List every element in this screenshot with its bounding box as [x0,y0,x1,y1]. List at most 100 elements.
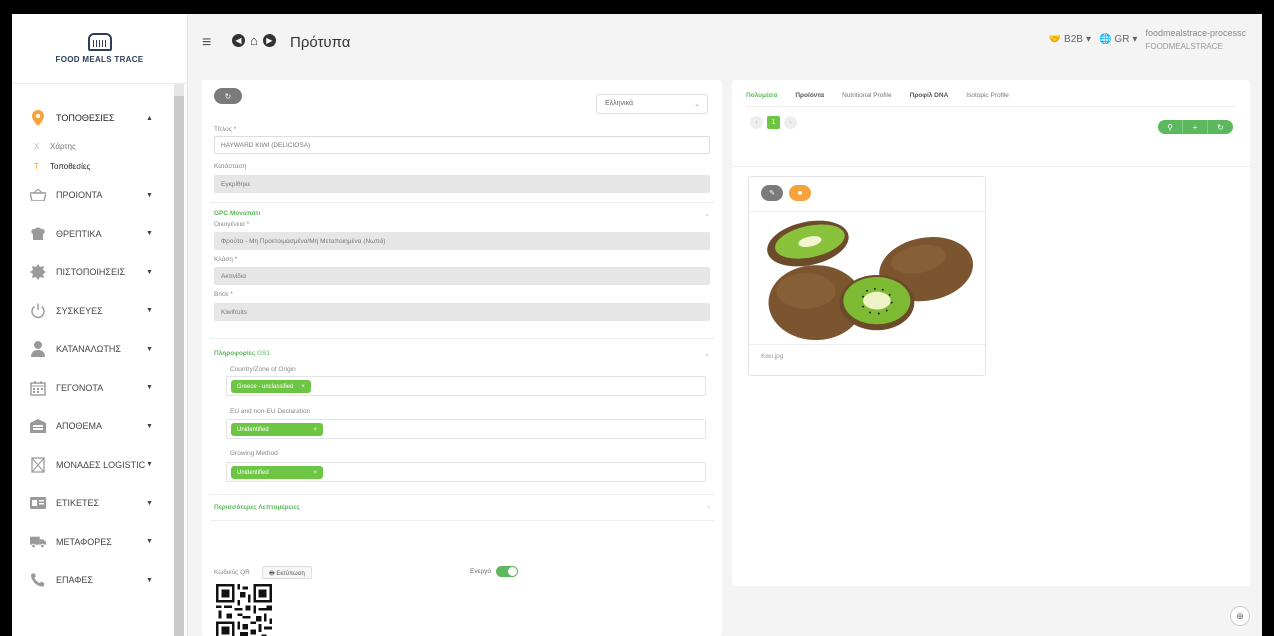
tabs-underline [746,106,1236,107]
sidebar-item-label: ΜΕΤΑΦΟΡΕΣ [56,536,112,547]
sidebar-item-transport[interactable]: ΜΕΤΑΦΟΡΕΣ ▼ [12,523,172,562]
sidebar-item-logistic-units[interactable]: ΜΟΝΑΔΕΣ LOGISTIC ▼ [12,446,172,485]
origin-tag[interactable]: Greece - unclassified × [231,380,311,393]
gpc-section-header[interactable]: GPC Μοναπάτι [214,210,260,217]
sidebar-scrollbar[interactable] [174,84,184,636]
subitem-label: Χάρτης [50,141,76,151]
home-icon[interactable]: ⌂ [250,34,258,47]
warehouse-icon [30,418,46,434]
refresh-button[interactable]: ↻ [1208,120,1233,134]
title-input[interactable]: HAYWARD KIWI (DELICIOSA) [214,136,710,154]
user-menu[interactable]: foodmealstrace-processc FOODMEALSTRACE [1145,26,1246,54]
tag-text: Unidentified [237,469,269,476]
divider [732,166,1250,167]
divider [210,202,714,203]
tag-text: Greece - unclassified [237,383,294,390]
sidebar-item-consumer[interactable]: ΚΑΤΑΝΑΛΩΤΗΣ ▼ [12,330,172,369]
growing-method-label: Growing Method [230,450,278,457]
sidebar-item-contacts[interactable]: ΕΠΑΦΕΣ ▼ [12,561,172,600]
sidebar: FOOD MEALS TRACE ΤΟΠΟΘΕΣΙΕΣ ▲ X Χάρτης T… [12,14,188,636]
sidebar-item-products[interactable]: ΠΡΟΙΟΝΤΑ ▼ [12,176,172,215]
growing-method-select[interactable]: Unidentified × [226,462,706,482]
chevron-down-icon[interactable]: ⌄ [704,210,710,218]
edit-button[interactable]: ✎ [761,185,783,201]
sidebar-item-locations[interactable]: ΤΟΠΟΘΕΣΙΕΣ ▲ [12,100,172,136]
active-toggle[interactable] [496,566,518,577]
remove-tag-icon[interactable]: × [313,427,317,433]
page-title: Πρότυπα [290,34,351,51]
tab-products[interactable]: Προϊόντα [795,92,824,99]
status-field: Εγκρίθηκε [214,175,710,193]
scroll-top-button[interactable]: ⊕ [1230,606,1250,626]
brick-field: Kiwifruits [214,303,710,321]
growing-method-tag[interactable]: Unidentified × [231,466,323,479]
forward-icon[interactable]: ▶ [262,34,276,47]
logo-mark-icon [87,33,112,51]
tab-nutritional-profile[interactable]: Nutritional Profile [842,92,892,99]
delete-button[interactable]: ■ [789,185,811,201]
eu-declaration-label: EU and non-EU Declaration [230,408,311,415]
sidebar-item-label: ΠΡΟΙΟΝΤΑ [56,190,103,201]
eu-declaration-select[interactable]: Unidentified × [226,419,706,439]
printer-icon: 🖶 [269,571,275,577]
add-button[interactable]: + [1183,120,1208,134]
chevron-down-icon[interactable]: ⌄ [704,350,710,358]
media-panel: Πολυμέσα Προϊόντα Nutritional Profile Πρ… [732,80,1250,586]
search-button[interactable]: ⚲ [1158,120,1183,134]
arrow-up-circle-icon: ⊕ [1236,610,1244,621]
chevron-down-icon: ▼ [146,538,153,546]
box-x-icon [30,457,46,473]
remove-tag-icon[interactable]: × [301,384,305,390]
user-name: foodmealstrace-processc [1145,28,1246,38]
hamburger-menu-icon[interactable]: ≡ [202,34,211,52]
sidebar-item-label: ΠΙΣΤΟΠΟΙΗΣΕΙΣ [56,267,126,278]
divider [210,338,714,339]
gs1-section-header[interactable]: Πληροφορίες GS1 [214,350,270,357]
origin-select[interactable]: Greece - unclassified × [226,376,706,396]
prev-page-button[interactable]: ‹ [750,116,763,129]
chevron-right-icon[interactable]: › [708,504,710,511]
sidebar-item-nutrition[interactable]: ΘΡΕΠΤΙΚΑ ▼ [12,215,172,254]
plus-icon: + [1192,122,1198,132]
kiwi-image[interactable] [749,211,987,345]
tab-dna-profile[interactable]: Προφίλ DNA [910,92,949,99]
app-frame: FOOD MEALS TRACE ΤΟΠΟΘΕΣΙΕΣ ▲ X Χάρτης T… [12,14,1262,636]
class-label: Κλάση * [214,256,238,263]
chevron-down-icon: ▼ [146,345,153,353]
search-icon: ⚲ [1167,122,1173,132]
sidebar-item-devices[interactable]: ΣΥΣΚΕΥΕΣ ▼ [12,292,172,331]
tab-isotopic-profile[interactable]: Isotopic Profile [966,92,1009,99]
current-page-button[interactable]: 1 [767,116,780,129]
logo[interactable]: FOOD MEALS TRACE [12,14,187,84]
chevron-down-icon: ▼ [146,230,153,238]
sidebar-item-certifications[interactable]: ΠΙΣΤΟΠΟΙΗΣΕΙΣ ▼ [12,253,172,292]
next-page-button[interactable]: › [784,116,797,129]
qr-label: Κωδικός QR [214,569,250,576]
media-action-buttons: ⚲ + ↻ [1158,120,1233,134]
remove-tag-icon[interactable]: × [313,470,317,476]
sidebar-item-label: ΘΡΕΠΤΙΚΑ [56,228,102,239]
class-field: Ακτινίδια [214,267,710,285]
more-details-header[interactable]: Περισσότερες Λεπτομέρειες [214,504,300,511]
sidebar-item-events[interactable]: ΓΕΓΟΝΟΤΑ ▼ [12,369,172,408]
refresh-button[interactable]: ↻ [214,88,242,104]
sidebar-item-labels[interactable]: ΕΤΙΚΕΤΕΣ ▼ [12,484,172,523]
language-dropdown[interactable]: 🌐 GR ▾ [1099,34,1137,45]
eu-declaration-tag[interactable]: Unidentified × [231,423,323,436]
user-icon [30,341,46,358]
print-button[interactable]: 🖶 Εκτύπωση [262,566,312,579]
user-org: FOODMEALSTRACE [1145,42,1223,51]
sidebar-item-stock[interactable]: ΑΠΟΘΕΜΑ ▼ [12,407,172,446]
tab-media[interactable]: Πολυμέσα [746,92,777,99]
language-select[interactable]: Ελληνικά ⌄ [596,94,708,114]
back-icon[interactable]: ◀ [232,34,245,47]
media-card: ✎ ■ Kiwi.jpg [748,176,987,376]
sidebar-subitem-map[interactable]: X Χάρτης [12,136,172,156]
chevron-down-icon: ▼ [146,499,153,507]
status-label: Κατάσταση [214,163,247,170]
sidebar-subitem-locations[interactable]: T Τοποθεσίες [12,156,172,176]
map-pin-icon [30,110,46,126]
truck-icon [30,534,46,550]
chevron-down-icon: ▼ [146,576,153,584]
b2b-dropdown[interactable]: 🤝 B2B ▾ [1049,34,1091,45]
